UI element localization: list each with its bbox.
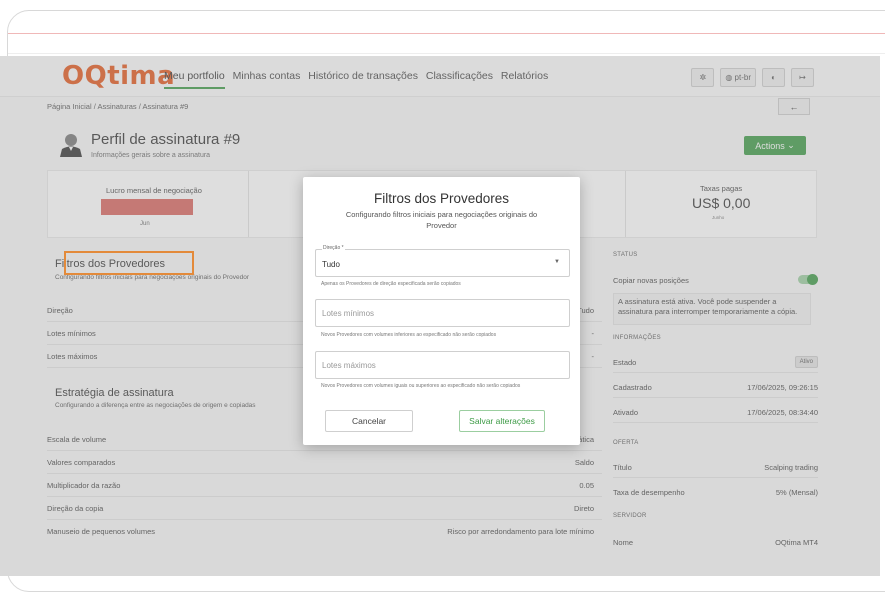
modal-subtitle: Configurando filtros iniciais para negoc… [345,210,538,230]
max-lots-field[interactable]: Lotes máximos [315,351,570,379]
caret-down-icon: ▼ [554,259,560,265]
max-lots-help: Novos Provedores com volumes iguais ou s… [321,383,521,389]
direction-label: Direção * [322,245,345,251]
save-button[interactable]: Salvar alterações [459,410,545,432]
cancel-button[interactable]: Cancelar [325,410,413,432]
chrome-divider [8,33,885,34]
max-lots-placeholder: Lotes máximos [322,361,376,370]
direction-help: Apenas os Provedores de direção especifi… [321,281,461,287]
chrome-divider-2 [8,53,885,54]
direction-value: Tudo [322,260,340,269]
min-lots-placeholder: Lotes mínimos [322,309,375,318]
filters-modal: Filtros dos Provedores Configurando filt… [303,177,580,445]
direction-select[interactable]: Direção * Tudo ▼ [315,245,570,277]
min-lots-field[interactable]: Lotes mínimos [315,299,570,327]
modal-title: Filtros dos Provedores [373,191,510,206]
min-lots-help: Novos Provedores com volumes inferiores … [321,332,497,338]
section-highlight-box [64,251,194,275]
